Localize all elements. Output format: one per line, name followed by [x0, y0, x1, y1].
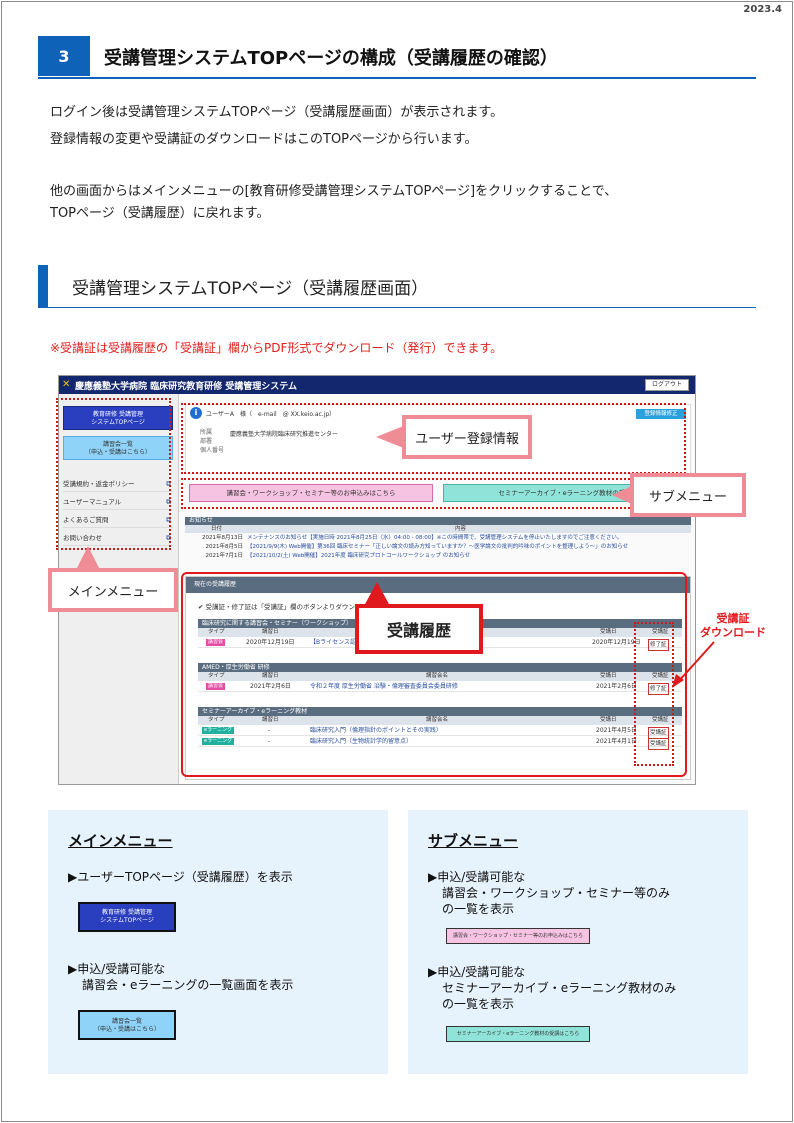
intro-line-1: ログイン後は受講管理システムTOPページ（受講履歴画面）が表示されます。	[50, 105, 504, 120]
section-underline	[38, 77, 756, 79]
notice-row[interactable]: 2021年8月5日 【2021/9/9(木) Web開催】第36回 臨床セミナー「…	[185, 543, 691, 551]
mini-top-label-1: 教育研修 受講管理	[102, 909, 152, 916]
notice-text: 【2021/9/9(木) Web開催】第36回 臨床セミナー「正しい論文の読み方…	[247, 544, 629, 550]
section-title: 受講管理システムTOPページの構成（受講履歴の確認）	[104, 48, 558, 69]
mini-course-apply-button: 講習会・ワークショップ・セミナー等のお申込みはこちら	[446, 928, 590, 944]
download-arrow-icon	[672, 641, 715, 688]
notice-date: 2021年8月13日	[202, 535, 243, 541]
notice-text: 【2021/10/2(土) Web開催】2021年度 臨床研究プロトコールワーク…	[247, 553, 471, 559]
download-callout-line-1: 受講証	[716, 612, 750, 625]
mini-list-label-1: 講習会一覧	[111, 1018, 142, 1025]
sub-menu-callout-pointer	[612, 485, 634, 505]
mini-course-list-button: 講習会一覧 （申込・受講はこちら）	[78, 1010, 176, 1040]
user-info-callout-pointer	[376, 425, 406, 449]
notice-date: 2021年7月1日	[205, 553, 244, 559]
system-header: ✕ 慶應義塾大学病院 臨床研究教育研修 受講管理システム ログアウト	[59, 376, 695, 394]
subsection-bar	[38, 265, 48, 307]
main-menu-callout-pointer	[76, 546, 100, 570]
subsection-underline	[38, 307, 756, 308]
history-callout: 受講履歴	[355, 604, 483, 654]
notice-date: 2021年8月5日	[205, 544, 244, 550]
history-highlight	[181, 572, 687, 777]
user-info-callout: ユーザー登録情報	[402, 415, 532, 459]
sub-menu-callout: サブメニュー	[630, 473, 746, 517]
mini-list-label-2: （申込・受講はこちら）	[93, 1026, 160, 1033]
sub-menu-highlight	[181, 478, 686, 509]
document-date: 2023.4	[743, 4, 782, 15]
section-number: 3	[38, 36, 90, 76]
main-menu-callout: メインメニュー	[48, 568, 178, 612]
mini-top-page-button: 教育研修 受講管理 システムTOPページ	[78, 902, 176, 932]
main-menu-highlight	[56, 398, 171, 550]
subsection-title: 受講管理システムTOPページ（受講履歴画面）	[72, 279, 429, 299]
main-menu-item-1: ▶ユーザーTOPページ（受講履歴）を表示	[68, 870, 293, 884]
notice-row[interactable]: 2021年8月13日 メンテナンスのお知らせ【実施日時 2021年8月25日（水）…	[185, 534, 691, 542]
main-menu-panel: メインメニュー ▶ユーザーTOPページ（受講履歴）を表示 教育研修 受講管理 シ…	[48, 810, 388, 1074]
intro-line-2: 登録情報の変更や受講証のダウンロードはこのTOPページから行います。	[50, 132, 478, 147]
history-callout-pointer	[364, 582, 390, 606]
logout-button[interactable]: ログアウト	[645, 379, 689, 391]
notice-text: メンテナンスのお知らせ【実施日時 2021年8月25日（水）04:00 - 08…	[247, 535, 623, 541]
download-callout-line-2: ダウンロード	[700, 626, 766, 639]
notice-col-content: 内容	[455, 526, 467, 532]
notice-columns: 日付 内容	[185, 525, 691, 533]
notice-row[interactable]: 2021年7月1日 【2021/10/2(土) Web開催】2021年度 臨床研究…	[185, 552, 691, 560]
sub-menu-item-2-line-3: の一覧を表示	[442, 997, 515, 1011]
download-note: ※受講証は受講履歴の「受講証」欄からPDF形式でダウンロード（発行）できます。	[50, 341, 503, 355]
sub-menu-panel-title: サブメニュー	[428, 832, 519, 850]
system-title: 慶應義塾大学病院 臨床研究教育研修 受講管理システム	[75, 382, 297, 392]
download-callout: 受講証 ダウンロード	[700, 612, 766, 640]
notice-header: お知らせ	[185, 517, 691, 525]
mini-elearning-button: セミナーアーカイブ・eラーニング教材の受講はこちら	[446, 1026, 590, 1042]
keio-logo-icon: ✕	[62, 379, 71, 390]
main-menu-item-2-line-2: 講習会・eラーニングの一覧画面を表示	[82, 978, 294, 992]
main-menu-panel-title: メインメニュー	[68, 832, 173, 850]
sub-menu-item-1-line-3: の一覧を表示	[442, 902, 515, 916]
notice-col-date: 日付	[211, 526, 223, 532]
intro-line-4: TOPページ（受講履歴）に戻れます。	[50, 206, 270, 221]
intro-line-3: 他の画面からはメインメニューの[教育研修受講管理システムTOPページ]をクリック…	[50, 184, 618, 199]
mini-top-label-2: システムTOPページ	[100, 917, 154, 924]
sub-menu-panel: サブメニュー ▶申込/受講可能な 講習会・ワークショップ・セミナー等のみ の一覧…	[408, 810, 748, 1074]
